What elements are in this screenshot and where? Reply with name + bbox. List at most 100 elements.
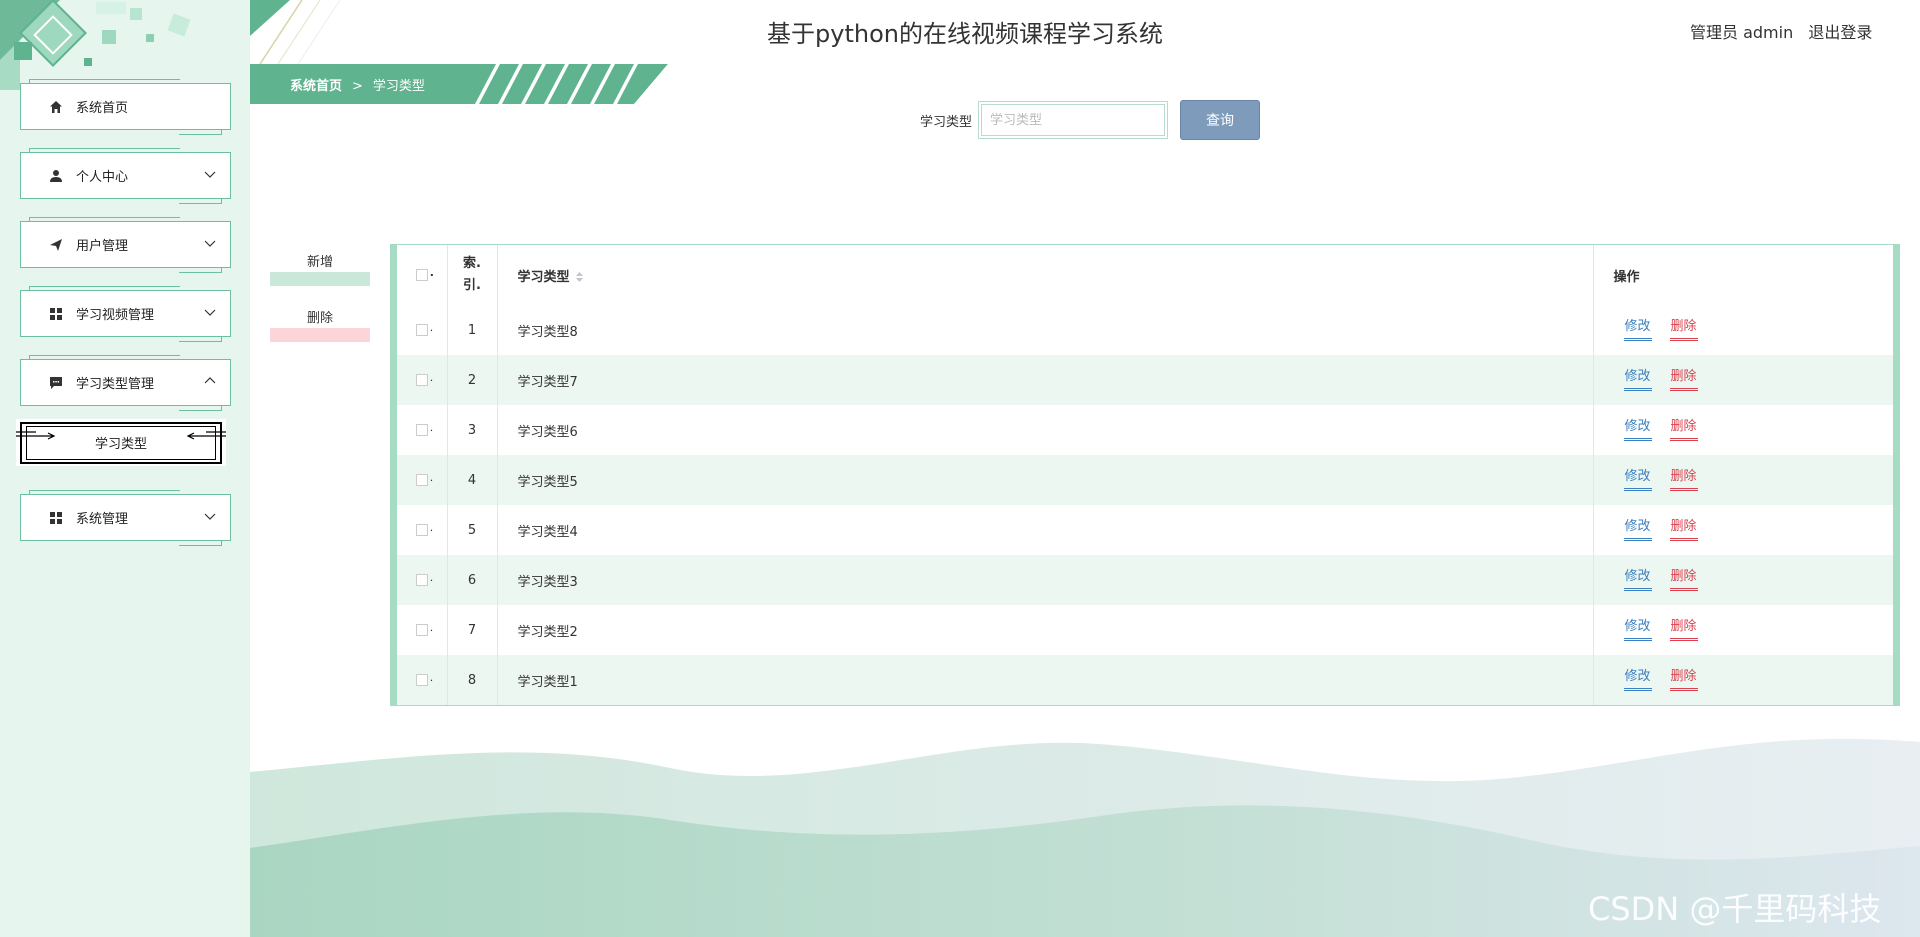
sidebar-decoration (0, 0, 191, 90)
sidebar-item-user-management[interactable]: 用户管理 (20, 217, 231, 273)
batch-delete-button[interactable]: 删除 (270, 311, 370, 342)
sidebar-item-label: 用户管理 (76, 239, 129, 254)
row-index: 8 (447, 655, 498, 705)
sidebar-item-label: 个人中心 (76, 170, 129, 185)
delete-link[interactable]: 删除 (1669, 365, 1698, 391)
search-button[interactable]: 查询 (1180, 100, 1261, 140)
watermark: CSDN @千里码科技 (1588, 890, 1882, 928)
search-bar: 学习类型 查询 (920, 100, 1261, 140)
column-header-type[interactable]: 学习类型 (497, 245, 1594, 305)
person-icon (48, 168, 64, 184)
select-all-checkbox[interactable] (415, 266, 434, 281)
breadcrumb-separator: > (352, 79, 363, 94)
row-type: 学习类型2 (497, 605, 1594, 655)
row-checkbox[interactable] (415, 471, 433, 486)
edit-link[interactable]: 修改 (1623, 315, 1652, 341)
add-button[interactable]: 新增 (270, 255, 370, 286)
edit-link[interactable]: 修改 (1623, 515, 1652, 541)
send-icon (48, 237, 64, 253)
grid-icon (48, 306, 64, 322)
search-label: 学习类型 (920, 114, 973, 130)
table-row: 7学习类型2修改删除 (397, 605, 1893, 655)
sidebar-item-system-management[interactable]: 系统管理 (20, 490, 231, 546)
table-row: 1学习类型8修改删除 (397, 305, 1893, 355)
user-area: 管理员 admin 退出登录 (1690, 19, 1882, 43)
delete-link[interactable]: 删除 (1669, 615, 1698, 641)
delete-link[interactable]: 删除 (1669, 515, 1698, 541)
row-actions: 修改 删除 (1593, 305, 1893, 355)
sidebar-item-label: 学习类型管理 (76, 377, 155, 392)
row-actions: 修改 删除 (1593, 655, 1893, 705)
table-row: 4学习类型5修改删除 (397, 455, 1893, 505)
search-input-frame (978, 101, 1169, 139)
table-row: 8学习类型1修改删除 (397, 655, 1893, 705)
row-checkbox[interactable] (415, 621, 433, 636)
grid-icon (48, 510, 64, 526)
add-button-label: 新增 (306, 255, 333, 270)
edit-link[interactable]: 修改 (1623, 565, 1652, 591)
row-checkbox[interactable] (415, 671, 433, 686)
page-title: 基于python的在线视频课程学习系统 (767, 20, 1163, 48)
breadcrumb: 系统首页 > 学习类型 (250, 64, 670, 104)
table-row: 5学习类型4修改删除 (397, 505, 1893, 555)
index-header-line2: 引. (463, 278, 481, 293)
breadcrumb-current: 学习类型 (372, 79, 425, 94)
table-row: 3学习类型6修改删除 (397, 405, 1893, 455)
edit-link[interactable]: 修改 (1623, 415, 1652, 441)
delete-link[interactable]: 删除 (1669, 465, 1698, 491)
edit-link[interactable]: 修改 (1623, 615, 1652, 641)
row-checkbox[interactable] (415, 571, 433, 586)
chevron-down-icon (204, 240, 216, 247)
sidebar-item-label: 系统管理 (76, 512, 129, 527)
edit-link[interactable]: 修改 (1623, 665, 1652, 691)
breadcrumb-home[interactable]: 系统首页 (290, 79, 342, 94)
table-row: 2学习类型7修改删除 (397, 355, 1893, 405)
row-type: 学习类型6 (497, 405, 1594, 455)
sort-icon[interactable] (575, 271, 584, 283)
row-checkbox[interactable] (415, 321, 433, 336)
row-type: 学习类型5 (497, 455, 1594, 505)
sidebar-subitem-learning-type[interactable]: 学习类型 (16, 419, 226, 466)
row-index: 1 (447, 305, 498, 355)
row-index: 3 (447, 405, 498, 455)
row-type: 学习类型1 (497, 655, 1594, 705)
add-button-bar (270, 272, 370, 286)
edit-link[interactable]: 修改 (1623, 365, 1652, 391)
sidebar-item-personal-center[interactable]: 个人中心 (20, 148, 231, 204)
index-header-line1: 索. (463, 256, 481, 271)
data-table: 索.引. 学习类型 操作 1学习类型8修改删除2学习类型7修改删除3学习类型6修… (390, 244, 1900, 706)
row-type: 学习类型8 (497, 305, 1594, 355)
row-index: 4 (447, 455, 498, 505)
table-row: 6学习类型3修改删除 (397, 555, 1893, 605)
delete-link[interactable]: 删除 (1669, 565, 1698, 591)
sidebar-item-video-management[interactable]: 学习视频管理 (20, 286, 231, 342)
sidebar-subitem-label: 学习类型 (94, 437, 147, 452)
row-actions: 修改 删除 (1593, 555, 1893, 605)
row-checkbox[interactable] (415, 521, 433, 536)
column-header-ops: 操作 (1613, 269, 1640, 285)
row-actions: 修改 删除 (1593, 355, 1893, 405)
edit-link[interactable]: 修改 (1623, 465, 1652, 491)
delete-button-bar (270, 328, 370, 342)
sidebar-item-label: 系统首页 (76, 101, 129, 116)
sidebar-item-label: 学习视频管理 (76, 308, 155, 323)
delete-button-label: 删除 (306, 311, 333, 326)
logout-link[interactable]: 退出登录 (1808, 23, 1872, 42)
sidebar-item-type-management[interactable]: 学习类型管理 (20, 355, 231, 411)
search-input[interactable] (981, 104, 1166, 136)
row-actions: 修改 删除 (1593, 505, 1893, 555)
row-checkbox[interactable] (415, 421, 433, 436)
table-header-row: 索. 引. 学习类型 操作 (397, 245, 1893, 305)
delete-link[interactable]: 删除 (1669, 665, 1698, 691)
row-checkbox[interactable] (415, 371, 433, 386)
chevron-up-icon (204, 377, 216, 384)
chevron-down-icon (204, 309, 216, 316)
sidebar-item-home[interactable]: 系统首页 (20, 79, 231, 135)
row-actions: 修改 删除 (1593, 405, 1893, 455)
sidebar: 系统首页 个人中心 用户管理 学习视频管理 学习类型管理 学习类型 系统管理 (0, 0, 250, 937)
delete-link[interactable]: 删除 (1669, 315, 1698, 341)
row-actions: 修改 删除 (1593, 605, 1893, 655)
arrow-right-icon (16, 431, 56, 440)
row-actions: 修改 删除 (1593, 455, 1893, 505)
delete-link[interactable]: 删除 (1669, 415, 1698, 441)
